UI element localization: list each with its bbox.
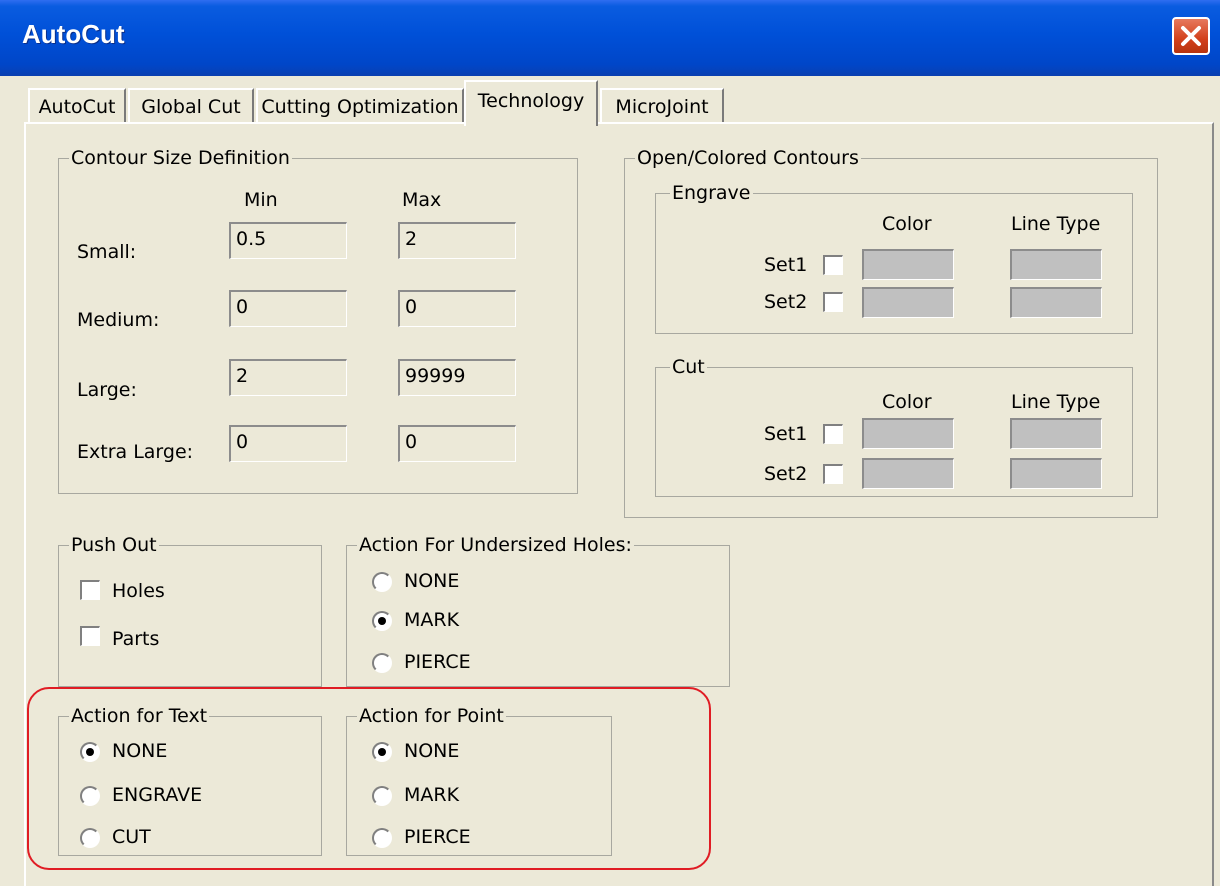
autocut-dialog: AutoCut AutoCut Global Cut Cutting Optim… [0,0,1220,886]
cut-set1-color[interactable] [862,418,954,449]
small-label: Small: [77,241,137,263]
engrave-set2-color[interactable] [862,287,954,318]
cut-set2-linetype[interactable] [1010,458,1102,489]
tab-label: Global Cut [141,96,241,118]
tab-label: Cutting Optimization [261,96,459,118]
open-colored-legend: Open/Colored Contours [635,146,861,170]
engrave-set1-color[interactable] [862,249,954,280]
holes-label[interactable]: Holes [112,579,165,603]
medium-max-field[interactable]: 0 [398,290,516,327]
contour-size-legend: Contour Size Definition [69,146,292,170]
engrave-color-header: Color [882,213,932,235]
cut-set1-checkbox[interactable] [823,424,843,444]
undersized-none-label[interactable]: NONE [404,569,459,593]
engrave-linetype-header: Line Type [1011,213,1101,235]
engrave-set1-linetype[interactable] [1010,249,1102,280]
undersized-none-radio[interactable] [372,572,392,592]
title-bar[interactable]: AutoCut [0,0,1220,76]
cut-legend: Cut [670,355,707,379]
parts-label[interactable]: Parts [112,627,159,651]
undersized-holes-legend: Action For Undersized Holes: [357,533,634,557]
engrave-set2-label: Set2 [764,291,808,313]
close-icon [1181,26,1201,46]
holes-checkbox[interactable] [80,580,100,600]
engrave-set2-checkbox[interactable] [823,292,843,312]
cut-set2-color[interactable] [862,458,954,489]
cut-set1-linetype[interactable] [1010,418,1102,449]
push-out-group: Push Out [58,533,322,687]
extra-large-max-field[interactable]: 0 [398,425,516,462]
tab-autocut[interactable]: AutoCut [28,88,126,124]
extra-large-min-field[interactable]: 0 [229,425,347,462]
tab-label: AutoCut [38,96,116,118]
cut-set2-label: Set2 [764,463,808,485]
tab-microjoint[interactable]: MicroJoint [600,88,724,124]
tab-label: Technology [477,90,585,112]
cut-color-header: Color [882,391,932,413]
extra-large-label: Extra Large: [77,441,194,463]
tab-technology[interactable]: Technology [464,80,598,126]
engrave-set2-linetype[interactable] [1010,287,1102,318]
undersized-pierce-radio[interactable] [372,653,392,673]
tab-cutting-optimization[interactable]: Cutting Optimization [256,88,464,124]
tab-label: MicroJoint [615,96,709,118]
undersized-mark-label[interactable]: MARK [404,608,459,632]
tab-global-cut[interactable]: Global Cut [128,88,254,124]
window-title: AutoCut [22,19,125,49]
highlight-annotation [27,687,711,870]
engrave-set1-checkbox[interactable] [823,255,843,275]
cut-set2-checkbox[interactable] [823,464,843,484]
large-label: Large: [77,379,137,401]
min-header: Min [244,189,278,211]
engrave-legend: Engrave [670,181,753,205]
small-min-field[interactable]: 0.5 [229,222,347,259]
max-header: Max [402,189,442,211]
large-max-field[interactable]: 99999 [398,359,516,396]
undersized-pierce-label[interactable]: PIERCE [404,650,471,674]
medium-min-field[interactable]: 0 [229,290,347,327]
large-min-field[interactable]: 2 [229,359,347,396]
cut-set1-label: Set1 [764,423,808,445]
parts-checkbox[interactable] [80,626,100,646]
engrave-set1-label: Set1 [764,254,808,276]
small-max-field[interactable]: 2 [398,222,516,259]
push-out-legend: Push Out [69,533,159,557]
medium-label: Medium: [77,309,160,331]
undersized-mark-radio[interactable] [372,611,392,631]
cut-linetype-header: Line Type [1011,391,1101,413]
close-button[interactable] [1172,17,1210,55]
